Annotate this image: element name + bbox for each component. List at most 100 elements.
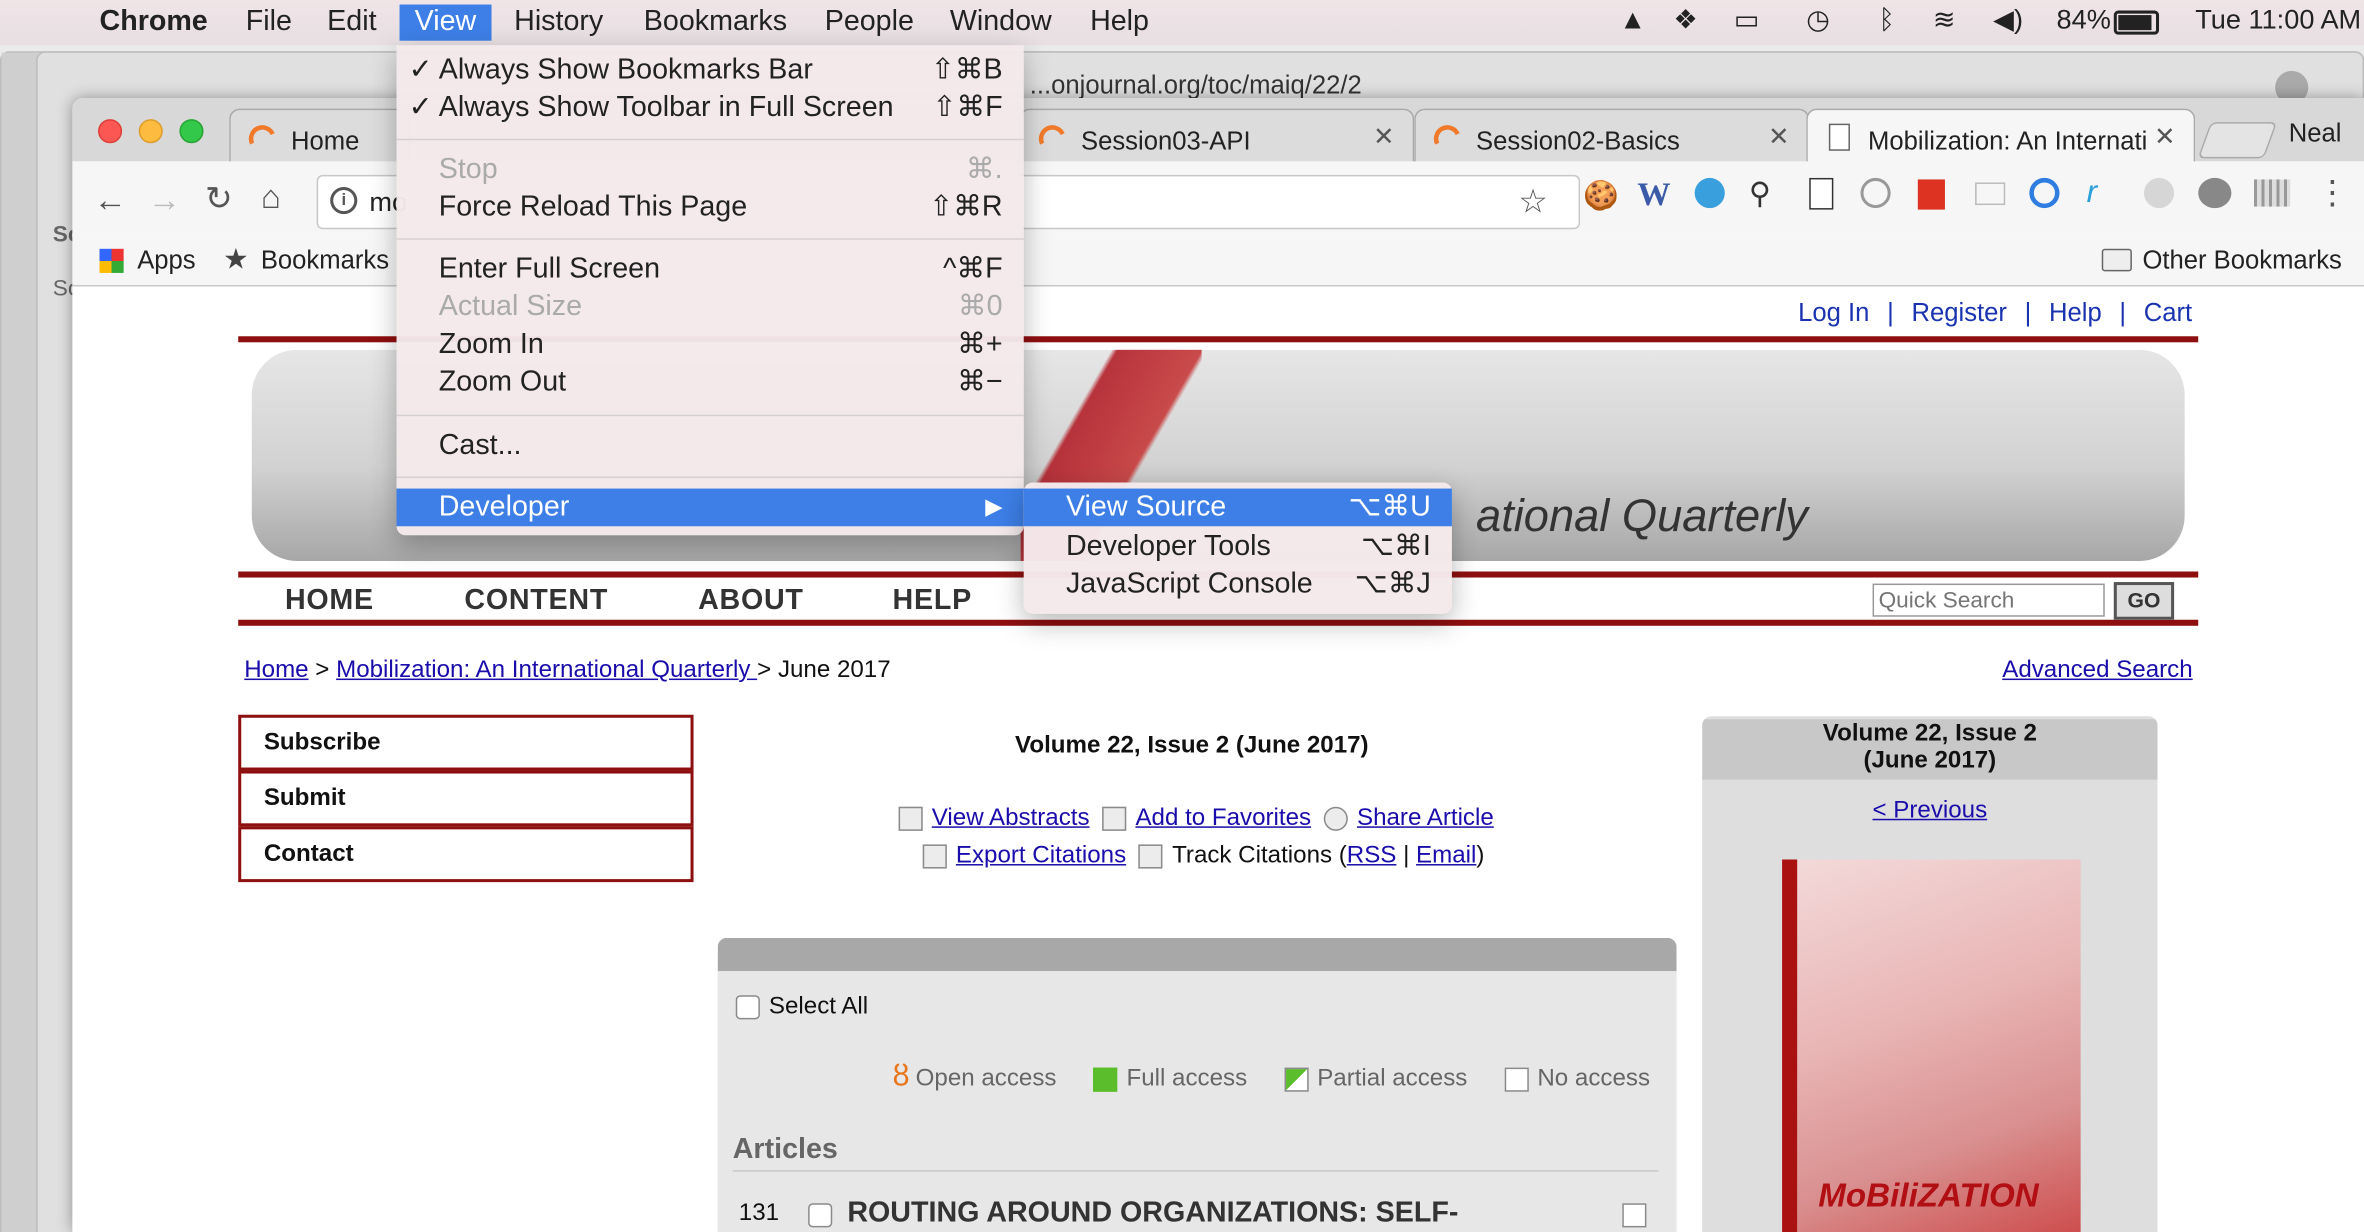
login-link[interactable]: Log In (1798, 299, 1869, 328)
clock[interactable]: Tue 11:00 AM (2195, 5, 2361, 37)
share-article-link[interactable]: Share Article (1357, 805, 1494, 831)
volume-icon[interactable]: ◀) (1993, 5, 2023, 37)
force-reload-item[interactable]: Force Reload This Page ⇧⌘R (397, 188, 1024, 226)
export-citations-link[interactable]: Export Citations (956, 843, 1126, 869)
zoom-in-item[interactable]: Zoom In ⌘+ (397, 326, 1024, 364)
always-show-bookmarks-item[interactable]: ✓ Always Show Bookmarks Bar ⇧⌘B (397, 51, 1024, 89)
cast-item[interactable]: Cast... (397, 427, 1024, 465)
other-bookmarks[interactable]: Other Bookmarks (2142, 246, 2341, 276)
search-extension-icon[interactable]: ⚲ (1749, 175, 1771, 213)
airplay-icon[interactable]: ▭ (1734, 5, 1760, 37)
menu-bookmarks[interactable]: Bookmarks (644, 5, 787, 41)
apps-bookmark[interactable]: Apps (137, 246, 195, 276)
feather-extension-icon[interactable]: r (2087, 175, 2098, 211)
pdf-extension-icon[interactable] (1917, 179, 1945, 210)
sync-arrows-icon[interactable] (2029, 177, 2060, 209)
javascript-console-item[interactable]: JavaScript Console ⌥⌘J (1024, 565, 1452, 603)
menu-view[interactable]: View (399, 4, 492, 41)
wow-extension-icon[interactable] (1860, 177, 1891, 209)
menu-file[interactable]: File (246, 5, 292, 41)
menu-shortcut: ⌥⌘J (1354, 568, 1431, 601)
minimize-window-button[interactable] (138, 119, 163, 144)
info-icon[interactable]: i (330, 186, 358, 215)
nav-about[interactable]: ABOUT (698, 585, 804, 618)
film-extension-icon[interactable] (2198, 177, 2232, 209)
issue-title: Volume 22, Issue 2 (June 2017) (1015, 732, 1369, 759)
journal-cover-image[interactable]: MoBiliZATION (1782, 859, 2081, 1232)
select-all-checkbox[interactable] (735, 994, 760, 1019)
quick-search-input[interactable] (1872, 583, 2105, 617)
grey-circle-extension-icon[interactable] (2143, 177, 2175, 209)
partial-access-label: Partial access (1317, 1066, 1468, 1092)
reload-icon[interactable]: ↻ (205, 179, 233, 218)
google-drive-icon[interactable]: ▲ (1619, 5, 1646, 37)
tab-title: Session03-API (1081, 126, 1251, 156)
bookmark-star-icon[interactable]: ☆ (1518, 182, 1548, 221)
menu-history[interactable]: History (514, 5, 603, 41)
previous-issue-link[interactable]: < Previous (1702, 798, 2157, 825)
bookmarks-folder[interactable]: Bookmarks (261, 246, 389, 276)
developer-tools-item[interactable]: Developer Tools ⌥⌘I (1024, 528, 1452, 566)
cart-link[interactable]: Cart (2144, 299, 2192, 328)
enter-full-screen-item[interactable]: Enter Full Screen ^⌘F (397, 250, 1024, 288)
menu-window[interactable]: Window (950, 5, 1052, 41)
bluetooth-icon[interactable]: ᛒ (1879, 5, 1895, 37)
forward-arrow-icon[interactable]: → (148, 181, 181, 220)
chrome-menu-icon[interactable]: ⋮ (2316, 173, 2349, 212)
help-link[interactable]: Help (2049, 299, 2102, 328)
sync-extension-icon[interactable] (1694, 177, 1725, 209)
view-abstracts-link[interactable]: View Abstracts (932, 805, 1090, 831)
battery-icon[interactable] (2113, 10, 2160, 35)
full-access-label: Full access (1126, 1066, 1248, 1092)
nav-content[interactable]: CONTENT (464, 585, 608, 618)
new-tab-button[interactable] (2197, 122, 2278, 159)
zoom-window-button[interactable] (179, 119, 204, 144)
nav-home[interactable]: HOME (285, 585, 374, 618)
zoom-out-item[interactable]: Zoom Out ⌘− (397, 363, 1024, 401)
breadcrumb-journal[interactable]: Mobilization: An International Quarterly (336, 657, 757, 683)
close-tab-icon[interactable]: ✕ (1768, 122, 1789, 152)
article-title[interactable]: ROUTING AROUND ORGANIZATIONS: SELF- (847, 1197, 1458, 1230)
always-show-toolbar-item[interactable]: ✓ Always Show Toolbar in Full Screen ⇧⌘F (397, 89, 1024, 127)
actual-size-item: Actual Size ⌘0 (397, 288, 1024, 326)
mail-extension-icon[interactable] (1975, 182, 2006, 206)
time-machine-icon[interactable]: ◷ (1806, 5, 1830, 37)
dropbox-icon[interactable]: ❖ (1674, 5, 1698, 37)
nav-help[interactable]: HELP (893, 585, 972, 618)
tab-session03[interactable]: Session03-API ✕ (1019, 108, 1415, 163)
developer-item[interactable]: Developer ▶ (396, 488, 1024, 527)
rss-link[interactable]: RSS (1347, 843, 1397, 869)
menu-shortcut: ⇧⌘F (932, 91, 1003, 124)
breadcrumb-home[interactable]: Home (244, 657, 308, 683)
json-extension-icon[interactable] (1809, 177, 1834, 210)
contact-link[interactable]: Contact (238, 826, 694, 883)
email-link[interactable]: Email (1416, 843, 1476, 869)
app-menu-chrome[interactable]: Chrome (100, 5, 208, 41)
close-tab-icon[interactable]: ✕ (2154, 122, 2175, 152)
menu-people[interactable]: People (825, 5, 914, 41)
subscribe-link[interactable]: Subscribe (238, 714, 694, 771)
tab-home[interactable]: Home (229, 108, 411, 163)
wikipedia-extension-icon[interactable]: W (1637, 175, 1670, 214)
view-source-item[interactable]: View Source ⌥⌘U (1023, 488, 1452, 527)
close-window-button[interactable] (98, 119, 123, 144)
add-favorites-link[interactable]: Add to Favorites (1135, 805, 1311, 831)
tab-session02[interactable]: Session02-Basics ✕ (1414, 108, 1810, 163)
home-icon[interactable]: ⌂ (261, 178, 281, 217)
cookie-extension-icon[interactable]: 🍪 (1583, 178, 1619, 214)
search-go-button[interactable]: GO (2113, 582, 2175, 620)
menu-edit[interactable]: Edit (327, 5, 376, 41)
wifi-icon[interactable]: ≋ (1933, 5, 1956, 37)
register-link[interactable]: Register (1911, 299, 2006, 328)
tab-mobilization[interactable]: Mobilization: An Internati ✕ (1806, 108, 2196, 163)
keyboard-extension-icon[interactable] (2254, 179, 2291, 207)
issue-sidebar: Volume 22, Issue 2 (June 2017) < Previou… (1702, 716, 2158, 1232)
back-arrow-icon[interactable]: ← (93, 181, 126, 220)
close-tab-icon[interactable]: ✕ (1373, 122, 1394, 152)
menu-help[interactable]: Help (1090, 5, 1149, 41)
advanced-search-link[interactable]: Advanced Search (2002, 657, 2192, 684)
menu-item-label: Stop (438, 153, 498, 186)
submit-link[interactable]: Submit (238, 770, 694, 827)
article-checkbox[interactable] (808, 1203, 833, 1228)
profile-name[interactable]: Neal (2289, 119, 2342, 149)
